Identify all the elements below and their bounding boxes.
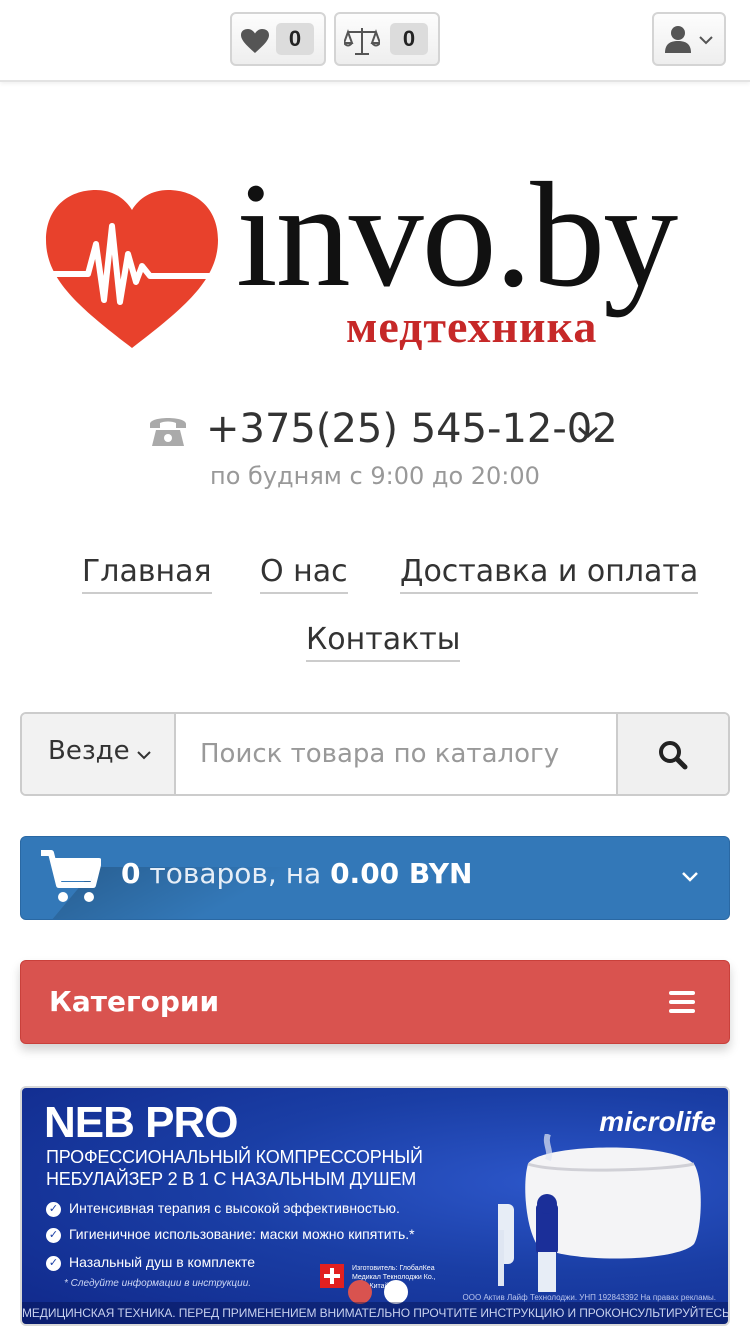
banner-subtitle: ПРОФЕССИОНАЛЬНЫЙ КОМПРЕССОРНЫЙ НЕБУЛАЙЗЕ… bbox=[46, 1146, 423, 1190]
search-scope-label: Везде bbox=[48, 736, 130, 766]
banner-title: NEB PRO bbox=[44, 1098, 238, 1147]
heart-icon bbox=[241, 29, 269, 53]
top-bar: 0 0 bbox=[0, 0, 750, 82]
phone-number[interactable]: +375(25) 545-12-02 bbox=[206, 406, 618, 452]
nav-link-about[interactable]: О нас bbox=[260, 554, 348, 594]
check-icon: ✓ bbox=[46, 1227, 61, 1243]
carousel-dot-active[interactable] bbox=[348, 1280, 372, 1304]
nav-link-contacts[interactable]: Контакты bbox=[306, 622, 461, 662]
banner-bullet: ✓ Назальный душ в комплекте bbox=[46, 1254, 255, 1271]
user-icon bbox=[665, 26, 691, 53]
chevron-down-icon bbox=[699, 36, 713, 45]
cart-summary: 0 товаров, на 0.00 BYN bbox=[121, 857, 472, 890]
hamburger-menu-icon bbox=[669, 991, 695, 1018]
compare-count: 0 bbox=[390, 23, 428, 55]
search-icon bbox=[659, 741, 688, 770]
promo-banner[interactable]: NEB PRO microlife ПРОФЕССИОНАЛЬНЫЙ КОМПР… bbox=[20, 1086, 730, 1326]
banner-bullet-text: Назальный душ в комплекте bbox=[69, 1254, 256, 1270]
scales-icon bbox=[344, 28, 380, 55]
nav-link-delivery[interactable]: Доставка и оплата bbox=[400, 554, 699, 594]
search-input[interactable] bbox=[176, 714, 620, 794]
banner-subtitle-line2: НЕБУЛАЙЗЕР 2 В 1 С НАЗАЛЬНЫМ ДУШЕМ bbox=[46, 1169, 417, 1189]
banner-legal: ООО Актив Лайф Технолоджи. УНП 192843392… bbox=[462, 1293, 716, 1302]
cart-icon bbox=[41, 850, 101, 902]
categories-label: Категории bbox=[49, 985, 220, 1018]
cart-dropdown[interactable]: 0 товаров, на 0.00 BYN bbox=[20, 836, 730, 920]
banner-subtitle-line1: ПРОФЕССИОНАЛЬНЫЙ КОМПРЕССОРНЫЙ bbox=[46, 1147, 423, 1167]
wishlist-count: 0 bbox=[276, 23, 314, 55]
banner-bullet: ✓ Интенсивная терапия с высокой эффективн… bbox=[46, 1200, 400, 1217]
search-bar: Везде bbox=[20, 712, 730, 796]
swiss-flag-icon bbox=[320, 1264, 344, 1288]
banner-bullet-text: Интенсивная терапия с высокой эффективно… bbox=[69, 1200, 400, 1216]
banner-note: * Следуйте информации в инструкции. bbox=[64, 1278, 252, 1289]
wishlist-button[interactable]: 0 bbox=[230, 12, 326, 66]
logo-text: invo.by bbox=[236, 152, 678, 318]
check-icon: ✓ bbox=[46, 1201, 61, 1217]
cart-items-label: товаров, на bbox=[149, 857, 322, 890]
banner-footer: МЕДИЦИНСКАЯ ТЕХНИКА. ПЕРЕД ПРИМЕНЕНИЕМ В… bbox=[22, 1302, 728, 1324]
categories-menu-button[interactable]: Категории bbox=[20, 960, 730, 1044]
working-hours: по будням с 9:00 до 20:00 bbox=[210, 462, 540, 490]
search-scope-dropdown[interactable]: Везде bbox=[22, 714, 176, 794]
search-button[interactable] bbox=[616, 714, 728, 794]
banner-bullet: ✓ Гигиеничное использование: маски можно … bbox=[46, 1226, 415, 1243]
nebulizer-image bbox=[498, 1134, 701, 1292]
chevron-down-icon bbox=[137, 751, 151, 760]
cart-count: 0 bbox=[121, 857, 141, 890]
chevron-down-icon[interactable] bbox=[576, 424, 600, 440]
banner-bullet-text: Гигиеничное использование: маски можно к… bbox=[69, 1226, 415, 1242]
check-icon: ✓ bbox=[46, 1255, 61, 1271]
phone-icon bbox=[150, 418, 186, 446]
carousel-dot[interactable] bbox=[384, 1280, 408, 1304]
cart-total: 0.00 BYN bbox=[330, 857, 473, 890]
heart-pulse-logo-icon bbox=[40, 190, 224, 348]
logo-subtitle: медтехника bbox=[346, 301, 598, 352]
account-button[interactable] bbox=[652, 12, 726, 66]
nav-link-home[interactable]: Главная bbox=[82, 554, 212, 594]
site-logo[interactable]: invo.by медтехника bbox=[40, 160, 720, 360]
compare-button[interactable]: 0 bbox=[334, 12, 440, 66]
chevron-down-icon bbox=[682, 872, 698, 882]
